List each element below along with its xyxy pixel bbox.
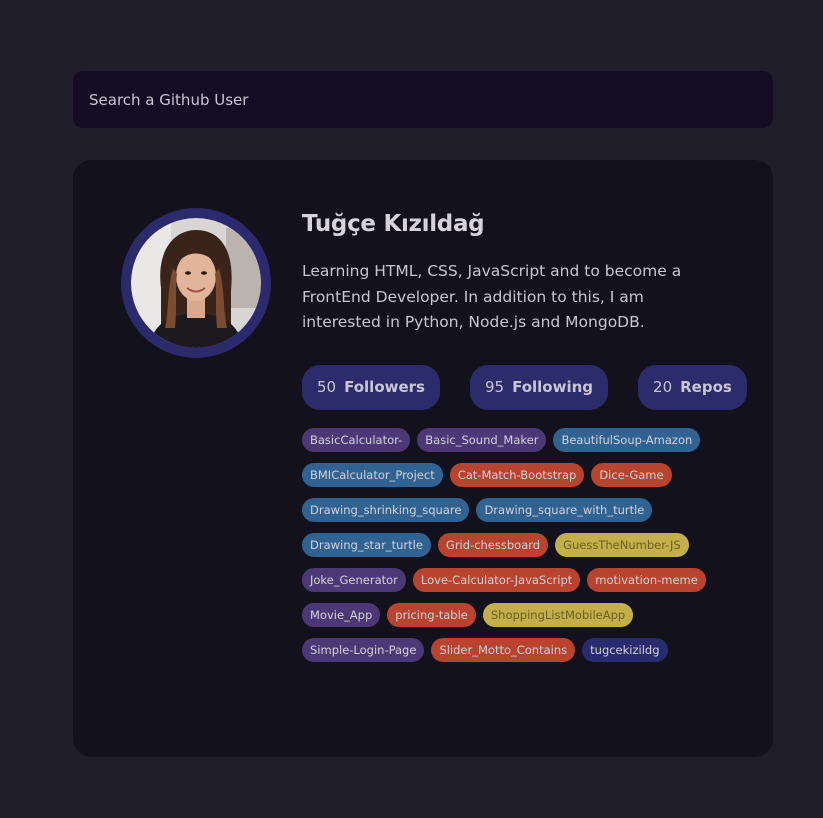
repo-tag[interactable]: GuessTheNumber-JS <box>555 532 689 557</box>
avatar-ring <box>121 208 271 358</box>
repo-tag[interactable]: Dice-Game <box>591 462 672 487</box>
repo-tag[interactable]: BasicCalculator- <box>302 427 411 452</box>
repo-tag[interactable]: Drawing_square_with_turtle <box>476 497 653 522</box>
repo-tag[interactable]: Movie_App <box>302 602 381 627</box>
repo-tag[interactable]: Cat-Match-Bootstrap <box>449 462 585 487</box>
repo-tag[interactable]: tugcekizildg <box>582 637 668 662</box>
repo-tag[interactable]: Simple-Login-Page <box>302 637 425 662</box>
repos-count: 20 <box>653 378 673 397</box>
stats-list: 50 Followers 95 Following 20 Repos <box>302 364 747 410</box>
repo-tag[interactable]: Joke_Generator <box>302 567 406 592</box>
repo-tag[interactable]: Drawing_star_turtle <box>302 532 431 557</box>
repo-tag[interactable]: pricing-table <box>387 602 476 627</box>
repo-tag[interactable]: Grid-chessboard <box>437 532 549 557</box>
repo-tag[interactable]: BeautifulSoup-Amazon <box>553 427 701 452</box>
repo-tag[interactable]: Drawing_shrinking_square <box>302 497 470 522</box>
repo-tag[interactable]: ShoppingListMobileApp <box>482 602 634 627</box>
repo-tag[interactable]: Basic_Sound_Maker <box>417 427 547 452</box>
repo-tag[interactable]: motivation-meme <box>587 567 706 592</box>
followers-label: Followers <box>344 378 425 397</box>
search-input[interactable] <box>73 71 773 128</box>
followers-count: 50 <box>317 378 337 397</box>
repo-tag[interactable]: Slider_Motto_Contains <box>431 637 576 662</box>
repo-tag[interactable]: BMICalculator_Project <box>302 462 443 487</box>
user-name: Tuğçe Kızıldağ <box>302 211 485 237</box>
repos-label: Repos <box>680 378 732 397</box>
followers-stat: 50 Followers <box>302 364 440 410</box>
profile-card: Tuğçe Kızıldağ Learning HTML, CSS, JavaS… <box>73 160 773 757</box>
avatar <box>131 218 261 348</box>
repo-list: BasicCalculator- Basic_Sound_Maker Beautif… <box>302 427 722 662</box>
following-count: 95 <box>484 378 505 397</box>
following-stat: 95 Following <box>469 364 609 410</box>
profile-info: Tuğçe Kızıldağ Learning HTML, CSS, JavaS… <box>302 208 747 662</box>
search-bar <box>73 71 773 128</box>
repos-stat: 20 Repos <box>638 364 747 410</box>
user-bio: Learning HTML, CSS, JavaScript and to be… <box>302 262 682 332</box>
following-label: Following <box>512 378 594 397</box>
repo-tag[interactable]: Love-Calculator-JavaScript <box>412 567 581 592</box>
